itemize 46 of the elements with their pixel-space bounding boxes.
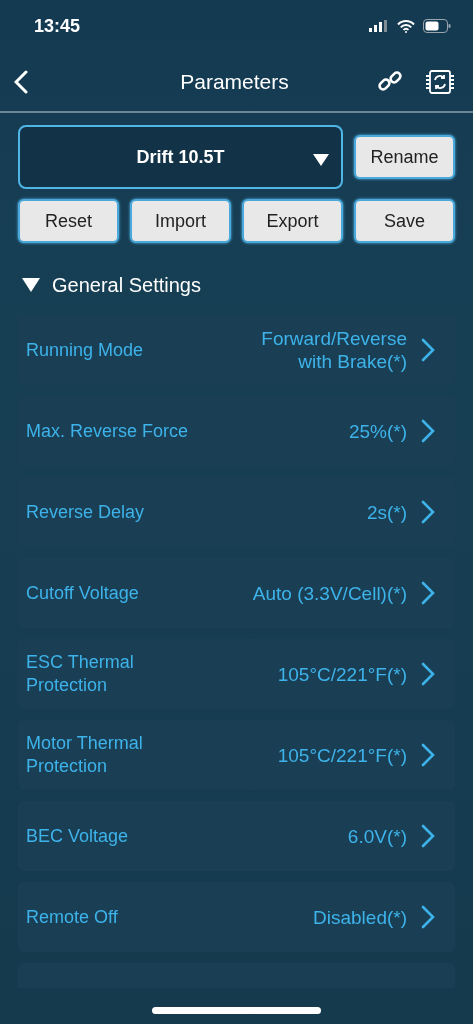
setting-row[interactable]: ESC Thermal Protection 105°C/221°F(*) [18, 639, 455, 709]
setting-value: 2s(*) [366, 500, 407, 524]
page-title: Parameters [180, 69, 289, 94]
action-button[interactable]: Save [354, 199, 455, 243]
action-button[interactable]: Reset [18, 199, 119, 243]
action-button[interactable]: Import [130, 199, 231, 243]
rename-button[interactable]: Rename [354, 135, 455, 179]
setting-value: 105°C/221°F(*) [277, 743, 407, 767]
setting-label: Cutoff Voltage [26, 581, 140, 605]
setting-label: ESC Thermal Protection [26, 651, 135, 697]
setting-label: Running Mode [26, 338, 145, 362]
setting-label: Remote Off [26, 905, 119, 929]
chevron-right-icon [421, 905, 435, 929]
setting-value: 105°C/221°F(*) [277, 662, 407, 686]
chevron-right-icon [421, 743, 435, 767]
setting-value: 25%(*) [348, 419, 407, 443]
back-icon [14, 69, 28, 94]
setting-row[interactable]: BEC Voltage 6.0V(*) [18, 801, 455, 871]
setting-value: 6.0V(*) [347, 824, 407, 848]
setting-label: BEC Voltage [26, 824, 130, 848]
dropdown-triangle-icon [313, 154, 329, 166]
section-header[interactable]: General Settings [22, 259, 201, 311]
setting-label: Motor Thermal Protection [26, 732, 144, 778]
action-button[interactable]: Export [242, 199, 343, 243]
setting-row[interactable]: Remote Off Disabled(*) [18, 882, 455, 952]
chevron-right-icon [421, 500, 435, 524]
status-time: 13:45 [34, 15, 82, 37]
setting-label: Max. Reverse Force [26, 419, 190, 443]
setting-row[interactable]: Motor Thermal Protection 105°C/221°F(*) [18, 720, 455, 790]
profile-dropdown[interactable]: Drift 10.5T [18, 125, 343, 189]
signal-icon [369, 20, 389, 32]
setting-label: Reverse Delay [26, 500, 146, 524]
setting-row[interactable]: Running Mode Forward/Reverse with Brake(*) [18, 315, 455, 385]
battery-icon [423, 19, 451, 33]
setting-row[interactable]: Reverse Delay 2s(*) [18, 477, 455, 547]
setting-value: Auto (3.3V/Cell)(*) [252, 581, 407, 605]
setting-value: Disabled(*) [313, 905, 407, 929]
chevron-right-icon [421, 581, 435, 605]
chevron-right-icon [421, 662, 435, 686]
setting-value: Forward/Reverse with Brake(*) [261, 327, 407, 373]
chevron-right-icon [421, 824, 435, 848]
setting-row[interactable]: Cutoff Voltage Auto (3.3V/Cell)(*) [18, 558, 455, 628]
wifi-icon [397, 19, 415, 33]
setting-row[interactable]: Max. Reverse Force 25%(*) [18, 396, 455, 466]
chevron-right-icon [421, 338, 435, 362]
chevron-right-icon [421, 419, 435, 443]
